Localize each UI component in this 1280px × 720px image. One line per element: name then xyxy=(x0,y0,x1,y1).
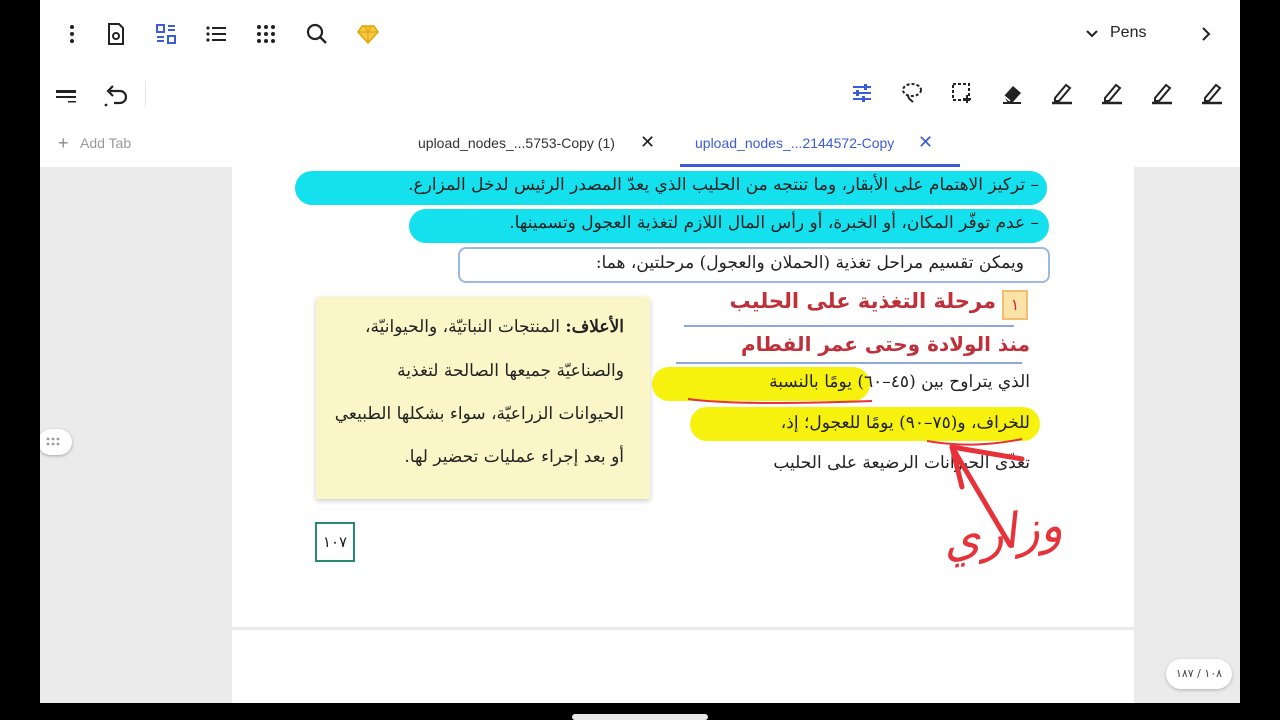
outline-list-icon[interactable] xyxy=(204,22,228,46)
pdf-page: – تركيز الاهتمام على الأبقار، وما تنتجه … xyxy=(232,167,1134,627)
definition-line-4: أو بعد إجراء عمليات تحضير لها. xyxy=(404,447,624,467)
printed-page-number: ١٠٧ xyxy=(315,522,355,562)
pens-menu-label[interactable]: Pens xyxy=(1110,24,1146,42)
next-pdf-page xyxy=(232,630,1134,703)
add-tab-label[interactable]: Add Tab xyxy=(80,135,131,151)
text-line-3: ويمكن تقسيم مراحل تغذية (الحملان والعجول… xyxy=(595,253,1024,273)
search-icon[interactable] xyxy=(305,22,329,46)
page-indicator[interactable]: ١٠٨ / ١٨٧ xyxy=(1166,659,1232,689)
tune-settings-icon[interactable] xyxy=(850,81,874,105)
more-vert-icon[interactable] xyxy=(60,22,84,46)
premium-diamond-icon[interactable] xyxy=(356,22,380,46)
view-mode-icon[interactable] xyxy=(154,22,178,46)
section-number-badge: ١ xyxy=(1002,290,1028,320)
tab-title: upload_nodes_...2144572-Copy xyxy=(695,135,895,151)
heading-underline-2 xyxy=(676,362,1022,364)
definition-box: الأعلاف: المنتجات النباتيّة، والحيوانيّة… xyxy=(316,297,650,499)
drawing-toolbar xyxy=(40,65,1240,123)
drag-handle-icon xyxy=(46,437,60,446)
line-weight-icon[interactable] xyxy=(54,85,78,109)
definition-text-1: المنتجات النباتيّة، والحيوانيّة، xyxy=(365,317,560,337)
toolbar-divider xyxy=(145,81,146,107)
undo-icon[interactable] xyxy=(102,83,130,109)
lasso-icon[interactable] xyxy=(900,81,924,105)
top-toolbar: Pens xyxy=(40,0,1240,65)
document-settings-icon[interactable] xyxy=(104,22,128,46)
tab-document-1[interactable]: upload_nodes_...5753-Copy (1) ✕ xyxy=(408,123,670,167)
document-viewer[interactable]: – تركيز الاهتمام على الأبقار، وما تنتجه … xyxy=(40,167,1240,703)
grid-apps-icon[interactable] xyxy=(254,22,278,46)
close-icon[interactable]: ✕ xyxy=(918,132,933,153)
pen-1-icon[interactable] xyxy=(1050,81,1074,105)
definition-term: الأعلاف: xyxy=(565,317,624,337)
eraser-icon[interactable] xyxy=(1000,81,1024,105)
chevron-right-icon[interactable] xyxy=(1196,24,1216,44)
tab-title: upload_nodes_...5753-Copy (1) xyxy=(418,135,615,151)
pen-2-icon[interactable] xyxy=(1100,81,1124,105)
close-icon[interactable]: ✕ xyxy=(640,132,655,153)
pen-3-icon[interactable] xyxy=(1150,81,1174,105)
chevron-down-icon[interactable] xyxy=(1082,24,1102,44)
rect-select-icon[interactable] xyxy=(950,81,974,105)
definition-line-2: والصناعيّة جميعها الصالحة لتغذية xyxy=(397,361,624,381)
side-panel-handle[interactable] xyxy=(40,429,72,455)
heading-underline-1 xyxy=(684,325,1014,327)
text-line-2: – عدم توفّر المكان، أو الخبرة، أو رأس ال… xyxy=(509,213,1039,233)
tab-document-2-active[interactable]: upload_nodes_...2144572-Copy ✕ xyxy=(680,123,960,167)
section-heading-line-2: منذ الولادة وحتى عمر الفطام xyxy=(741,332,1030,356)
add-tab-icon[interactable]: + xyxy=(58,133,69,154)
definition-line-3: الحيوانات الزراعيّة، سواء بشكلها الطبيعي xyxy=(334,404,624,424)
pen-4-icon[interactable] xyxy=(1200,81,1224,105)
app-window: Pens + Add Tab upload_nodes_...5753-Copy… xyxy=(40,0,1240,703)
definition-line-1: الأعلاف: المنتجات النباتيّة، والحيوانيّة… xyxy=(365,317,624,337)
system-home-indicator[interactable] xyxy=(572,714,708,720)
section-heading-line-1: مرحلة التغذية على الحليب xyxy=(729,289,996,313)
text-line-1: – تركيز الاهتمام على الأبقار، وما تنتجه … xyxy=(408,175,1039,195)
tab-bar: + Add Tab upload_nodes_...5753-Copy (1) … xyxy=(40,123,1240,167)
paragraph-line-1: الذي يتراوح بين (٤٥–٦٠) يومًا بالنسبة xyxy=(769,372,1030,392)
